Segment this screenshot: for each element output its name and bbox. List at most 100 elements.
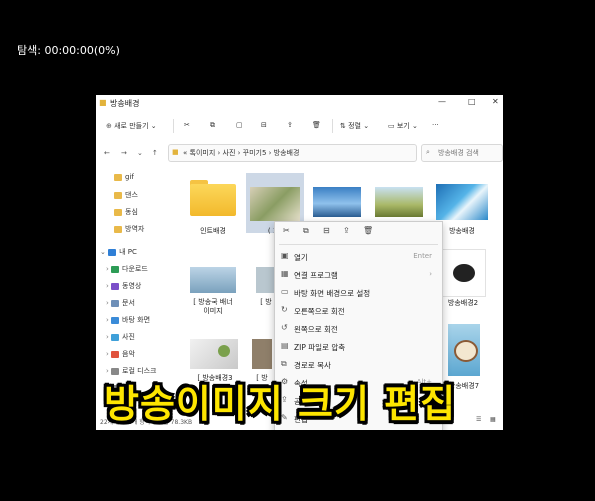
file-thumbnail[interactable] — [448, 324, 480, 376]
folder-icon — [114, 225, 122, 233]
file-thumbnail[interactable] — [313, 187, 361, 217]
chevron-down-icon: ⌄ — [150, 122, 157, 130]
folder-icon[interactable] — [190, 180, 236, 216]
file-thumbnail[interactable] — [436, 184, 488, 220]
menu-item-open-with[interactable]: ▦ 연결 프로그램 › — [275, 267, 442, 281]
search-icon: ⌕ — [426, 148, 430, 156]
rename-icon[interactable]: ⊟ — [323, 226, 330, 235]
view-button[interactable]: ▭ 보기 ⌄ — [388, 121, 418, 131]
file-thumbnail[interactable] — [252, 339, 272, 369]
app-icon: ▦ — [281, 269, 289, 278]
menu-item-set-wallpaper[interactable]: ▭ 바탕 화면 배경으로 설정 — [275, 285, 442, 299]
picture-icon — [111, 333, 120, 341]
playback-status: 탐색: 00:00:00(0%) — [17, 44, 120, 57]
chevron-right-icon: › — [106, 265, 109, 273]
toolbar-divider — [332, 119, 333, 133]
new-button[interactable]: ⊕ 새로 만들기 ⌄ — [106, 121, 157, 131]
rotate-left-icon: ↺ — [281, 323, 288, 332]
menu-item-rotate-right[interactable]: ↻ 오른쪽으로 회전 — [275, 303, 442, 317]
details-view-icon[interactable]: ☰ — [476, 416, 481, 423]
command-bar: ⊕ 새로 만들기 ⌄ ✂ ⧉ ▢ ⊟ ⇪ 🗑 ⇅ 정렬 ⌄ ▭ 보기 ⌄ ··· — [96, 115, 503, 137]
cut-icon[interactable]: ✂ — [184, 121, 190, 129]
sidebar-item-quarantine[interactable]: 방역자 — [114, 224, 144, 234]
pc-icon — [108, 248, 117, 256]
breadcrumb: « 톡이미지 › 사진 › 꾸미기5 › 방송배경 — [183, 149, 300, 157]
menu-divider — [279, 244, 438, 245]
cut-icon[interactable]: ✂ — [283, 226, 290, 235]
chevron-right-icon: › — [106, 333, 109, 341]
window-title: 방송배경 — [110, 99, 140, 108]
desktop-icon — [111, 316, 120, 324]
chevron-down-icon: ⌄ — [100, 248, 106, 256]
menu-item-compress-zip[interactable]: ▤ ZIP 파일로 압축 — [275, 339, 442, 353]
share-icon[interactable]: ⇪ — [287, 121, 293, 129]
menu-item-open[interactable]: ▣ 열기 Enter — [275, 249, 442, 263]
zip-icon: ▤ — [281, 341, 289, 350]
sidebar-item-pictures[interactable]: › 사진 — [106, 332, 135, 342]
context-menu-quick-actions: ✂ ⧉ ⊟ ⇪ 🗑 — [275, 226, 442, 240]
maximize-button[interactable]: □ — [468, 97, 476, 106]
sidebar-item-childhood[interactable]: 동심 — [114, 207, 138, 217]
chevron-right-icon: › — [106, 299, 109, 307]
file-thumbnail[interactable] — [190, 267, 236, 293]
folder-icon — [114, 191, 122, 199]
rename-icon[interactable]: ⊟ — [261, 121, 267, 129]
folder-icon: ■ — [99, 98, 107, 107]
sidebar-item-this-pc[interactable]: ⌄ 내 PC — [100, 247, 137, 257]
rotate-right-icon: ↻ — [281, 305, 288, 314]
file-thumbnail[interactable] — [442, 249, 486, 297]
delete-icon[interactable]: 🗑 — [363, 226, 373, 235]
file-label: 이미지 — [203, 307, 223, 315]
address-bar[interactable]: ■ « 톡이미지 › 사진 › 꾸미기5 › 방송배경 — [168, 144, 417, 162]
folder-icon — [114, 208, 122, 216]
chevron-right-icon: › — [106, 282, 109, 290]
large-icons-view-icon[interactable]: ▦ — [490, 416, 496, 423]
paste-icon[interactable]: ▢ — [236, 121, 243, 129]
open-icon: ▣ — [281, 251, 289, 260]
minimize-button[interactable]: — — [438, 97, 446, 106]
file-thumbnail[interactable] — [375, 187, 423, 217]
chevron-right-icon: › — [106, 350, 109, 358]
share-icon[interactable]: ⇪ — [343, 226, 350, 235]
sidebar-item-downloads[interactable]: › 다운로드 — [106, 264, 148, 274]
wallpaper-icon: ▭ — [281, 287, 289, 296]
chevron-down-icon: ⌄ — [363, 122, 370, 130]
sidebar-item-gif[interactable]: gif — [114, 173, 134, 181]
sidebar-item-dance[interactable]: 댄스 — [114, 190, 138, 200]
video-icon — [111, 282, 120, 290]
up-icon[interactable]: ↑ — [152, 149, 158, 157]
file-thumbnail[interactable] — [256, 267, 276, 293]
back-icon[interactable]: ← — [104, 149, 110, 157]
delete-icon[interactable]: 🗑 — [312, 121, 321, 129]
forward-icon[interactable]: → — [121, 149, 127, 157]
document-icon — [111, 299, 120, 307]
menu-item-copy-path[interactable]: ⧉ 경로로 복사 — [275, 357, 442, 371]
sidebar-item-music[interactable]: › 음악 — [106, 349, 135, 359]
music-icon — [111, 350, 120, 358]
download-icon — [111, 265, 120, 273]
search-input[interactable]: ⌕ 방송배경 검색 — [421, 144, 503, 162]
copy-path-icon: ⧉ — [281, 359, 287, 368]
copy-icon[interactable]: ⧉ — [303, 226, 309, 236]
view-icon: ▭ — [388, 122, 395, 130]
more-button[interactable]: ··· — [432, 121, 439, 129]
sidebar-item-videos[interactable]: › 동영상 — [106, 281, 141, 291]
chevron-down-icon: ⌄ — [411, 122, 418, 130]
menu-item-rotate-left[interactable]: ↺ 왼쪽으로 회전 — [275, 321, 442, 335]
folder-icon — [114, 173, 122, 181]
sort-icon: ⇅ — [340, 122, 346, 130]
toolbar-divider — [173, 119, 174, 133]
title-bar: ■ 방송배경 — □ ✕ — [96, 95, 503, 111]
chevron-down-icon[interactable]: ⌄ — [137, 149, 143, 157]
address-row: ← → ⌄ ↑ ■ « 톡이미지 › 사진 › 꾸미기5 › 방송배경 ⌕ 방송… — [96, 143, 503, 163]
close-button[interactable]: ✕ — [492, 97, 499, 106]
sidebar-item-desktop[interactable]: › 바탕 화면 — [106, 315, 150, 325]
copy-icon[interactable]: ⧉ — [210, 121, 215, 130]
folder-icon: ■ — [172, 148, 179, 156]
sort-button[interactable]: ⇅ 정렬 ⌄ — [340, 121, 369, 131]
sidebar-item-documents[interactable]: › 문서 — [106, 298, 135, 308]
file-label: 방송배경 — [449, 227, 475, 235]
plus-icon: ⊕ — [106, 122, 112, 130]
chevron-right-icon: › — [106, 316, 109, 324]
file-thumbnail[interactable] — [190, 339, 238, 369]
